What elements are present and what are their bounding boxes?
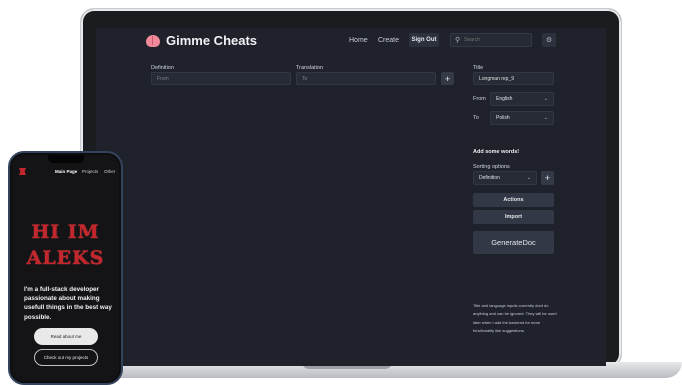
import-button[interactable]: Import: [473, 210, 554, 224]
translation-label: Translation: [296, 65, 324, 71]
title-label: Title: [473, 65, 484, 71]
intro-text: I'm a full-stack developer passionate ab…: [24, 286, 112, 321]
translation-input[interactable]: To: [296, 72, 436, 85]
search-icon: ⚲: [455, 37, 461, 44]
chevron-down-icon: ⌄: [543, 96, 548, 102]
add-word-button[interactable]: +: [441, 72, 454, 85]
from-language-select[interactable]: English ⌄: [490, 92, 554, 106]
add-sorting-button[interactable]: +: [541, 171, 554, 185]
add-words-hint: Add some words!: [473, 149, 520, 155]
laptop-screen: Gimme Cheats Home Create Sign Out ⚲ ⚙ De…: [96, 28, 606, 366]
nav-create[interactable]: Create: [378, 37, 399, 44]
hero-line-1: HI IM: [31, 221, 100, 243]
from-language-value: English: [496, 96, 513, 102]
logo-icon[interactable]: [19, 168, 26, 175]
definition-input[interactable]: From: [151, 72, 291, 85]
sorting-select[interactable]: Definition ⌄: [473, 171, 537, 185]
phone-nav-main-page[interactable]: Main Page: [55, 169, 77, 174]
phone-nav-projects[interactable]: Projects: [82, 169, 98, 174]
read-about-button[interactable]: Read about me: [34, 328, 98, 345]
title-input[interactable]: Longman rep_9: [473, 72, 554, 85]
check-projects-button[interactable]: Check out my projects: [34, 349, 98, 366]
chevron-down-icon: ⌄: [543, 115, 548, 121]
sign-out-button[interactable]: Sign Out: [409, 33, 439, 47]
generate-doc-button[interactable]: GenerateDoc: [473, 231, 554, 254]
app-header: Gimme Cheats Home Create Sign Out ⚲ ⚙: [96, 28, 606, 54]
sorting-value: Definition: [479, 175, 500, 181]
to-language-value: Polish: [496, 115, 510, 121]
phone-nav-other[interactable]: Other: [104, 169, 115, 174]
brain-icon: [146, 34, 160, 47]
to-label: To: [473, 115, 479, 121]
brand[interactable]: Gimme Cheats: [146, 33, 257, 48]
mockup-stage: Gimme Cheats Home Create Sign Out ⚲ ⚙ De…: [0, 0, 682, 385]
phone-frame: Main Page Projects Other HI IM ALEKS I'm…: [8, 151, 123, 385]
nav-home[interactable]: Home: [349, 37, 368, 44]
chevron-down-icon: ⌄: [526, 175, 531, 181]
actions-button[interactable]: Actions: [473, 193, 554, 207]
hero-line-2: ALEKS: [26, 247, 105, 269]
definition-label: Definition: [151, 65, 174, 71]
settings-icon[interactable]: ⚙: [542, 33, 556, 47]
brand-name: Gimme Cheats: [166, 33, 258, 48]
phone-notch: [48, 155, 84, 163]
phone-screen: Main Page Projects Other HI IM ALEKS I'm…: [12, 155, 119, 381]
search-input[interactable]: [464, 37, 525, 43]
search-box: ⚲: [450, 33, 532, 47]
from-label: From: [473, 96, 486, 102]
sidebar-note: Title and language inputs currently dont…: [473, 303, 557, 333]
sorting-label: Sorting options: [473, 164, 510, 170]
to-language-select[interactable]: Polish ⌄: [490, 111, 554, 125]
